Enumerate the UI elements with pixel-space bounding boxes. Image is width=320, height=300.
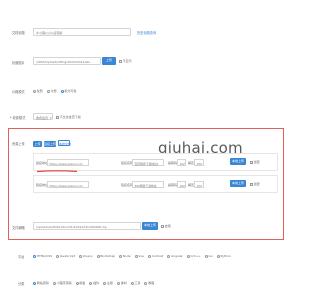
file-path-input[interactable]: /uploads/soft/2019/1231/20191231/000000.… bbox=[33, 222, 141, 230]
row1-encrypt-checkbox[interactable] bbox=[250, 160, 253, 164]
platform-option[interactable]: Angular bbox=[167, 254, 183, 258]
upload-row-1: 链接地址: https://www.qiuhai.com 链接名称: 百度网盘下… bbox=[33, 153, 278, 171]
file-upload-button[interactable]: 本地上传 bbox=[142, 222, 158, 230]
row2-name-value: 360网盘下载地址 bbox=[134, 183, 157, 188]
title-input-value: 乡小镇(公众)运营版 bbox=[36, 31, 63, 36]
category-option[interactable]: 主题 bbox=[103, 281, 113, 285]
category-option[interactable]: 插件 bbox=[89, 281, 99, 285]
row2-code-input[interactable]: 102 bbox=[177, 181, 186, 188]
platform-option[interactable]: JavaScript bbox=[56, 254, 75, 258]
row1-name-input[interactable]: 百度网盘下载地址1 bbox=[132, 159, 164, 166]
platform-option[interactable]: Node bbox=[118, 254, 131, 258]
upload-tabs: 上传 链接上传 本地文档 bbox=[33, 140, 71, 147]
cover-hide-text: 不显示 bbox=[122, 59, 132, 63]
category-option[interactable]: 工具 bbox=[130, 281, 141, 285]
chevron-down-icon: ▾ bbox=[50, 115, 52, 120]
tab-link-upload[interactable]: 链接上传 bbox=[43, 141, 56, 147]
row1-encrypt-option[interactable]: 加密 bbox=[250, 160, 263, 164]
row1-code-input[interactable]: 102 bbox=[177, 159, 186, 166]
cover-hide-checkbox[interactable] bbox=[119, 59, 122, 63]
title-label: 文档标题 bbox=[12, 31, 25, 35]
cover-path-input[interactable]: /2063/Uploads/ifimg/2022/03/12/ab... bbox=[33, 57, 101, 65]
file-enable-option[interactable]: 启用 bbox=[161, 224, 174, 228]
cover-path-value: /2063/Uploads/ifimg/2022/03/12/ab... bbox=[36, 60, 93, 65]
no-download-option[interactable]: 不允许会员下载 bbox=[56, 115, 84, 119]
price-option-free[interactable]: 免费 bbox=[33, 89, 43, 93]
category-options: 网站源码 小程序源码 模板 插件 主题 素材 工具 教程 bbox=[33, 281, 157, 285]
title-history-link[interactable]: 历史标题查询 bbox=[137, 30, 156, 35]
tab-local-doc[interactable]: 本地文档 bbox=[57, 140, 71, 146]
row1-name-value: 百度网盘下载地址1 bbox=[134, 161, 159, 166]
platform-label: 平台 bbox=[18, 255, 25, 259]
category-option[interactable]: 网站源码 bbox=[33, 281, 49, 285]
cover-hide-option[interactable]: 不显示 bbox=[119, 59, 135, 63]
tab-upload[interactable]: 上传 bbox=[33, 141, 42, 147]
cover-upload-button[interactable]: 上传 bbox=[102, 57, 116, 65]
charge-mode-label: * 收费模式 bbox=[10, 116, 26, 120]
row2-name-input[interactable]: 360网盘下载地址 bbox=[132, 181, 164, 188]
no-download-checkbox[interactable] bbox=[56, 115, 59, 119]
platform-option[interactable]: C/C++ bbox=[186, 254, 201, 258]
row1-url-input[interactable]: https://www.qiuhai.com bbox=[47, 159, 89, 166]
row2-url-input[interactable]: https://www.qiuhai.com bbox=[47, 181, 89, 188]
upload-row-2: 链接地址: https://www.qiuhai.com 链接名称: 360网盘… bbox=[33, 175, 278, 193]
row2-pwd-input[interactable]: 100 bbox=[194, 181, 204, 188]
row1-pwd-input[interactable]: 100 bbox=[194, 159, 204, 166]
platform-option[interactable]: Vue bbox=[134, 254, 144, 258]
category-option[interactable]: 小程序源码 bbox=[52, 281, 72, 285]
row1-code-value: 102 bbox=[179, 161, 185, 166]
category-option[interactable]: 素材 bbox=[116, 281, 127, 285]
file-enable-checkbox[interactable] bbox=[161, 224, 164, 228]
row1-pwd-value: 100 bbox=[196, 161, 202, 166]
row2-encrypt-checkbox[interactable] bbox=[250, 182, 253, 186]
category-option[interactable]: 教程 bbox=[144, 281, 154, 285]
row2-pwd-value: 100 bbox=[196, 183, 202, 188]
platform-option[interactable]: HTML/CSS bbox=[33, 254, 52, 258]
category-option[interactable]: 模板 bbox=[75, 281, 85, 285]
row2-local-upload-button[interactable]: 本地上传 bbox=[230, 180, 246, 187]
category-label: 分类 bbox=[18, 282, 25, 286]
upload-label: 资源上传 bbox=[12, 142, 25, 146]
row2-encrypt-option[interactable]: 加密 bbox=[250, 182, 263, 186]
platform-option[interactable]: jQuery bbox=[78, 254, 93, 258]
price-option-points[interactable]: 积分可免 bbox=[60, 89, 76, 93]
row1-local-upload-button[interactable]: 本地上传 bbox=[230, 158, 246, 165]
platform-option[interactable]: Python bbox=[216, 254, 231, 258]
platform-option[interactable]: Bootstrap bbox=[96, 254, 115, 258]
price-mode-label: 价格模式 bbox=[12, 90, 25, 94]
charge-mode-select[interactable]: 收费会员 ▾ bbox=[33, 113, 53, 120]
row2-code-value: 102 bbox=[179, 183, 185, 188]
row1-url-value: https://www.qiuhai.com bbox=[49, 161, 83, 166]
title-input[interactable]: 乡小镇(公众)运营版 bbox=[33, 28, 131, 36]
price-mode-options: 免费 付费 积分可免 bbox=[33, 89, 79, 93]
red-underline-annotation bbox=[36, 170, 78, 173]
platform-option[interactable]: Android bbox=[147, 254, 163, 258]
platform-options: HTML/CSS JavaScript jQuery Bootstrap Nod… bbox=[33, 254, 234, 258]
platform-option[interactable]: Go bbox=[204, 254, 213, 258]
file-label: 文件缩略 bbox=[12, 226, 25, 230]
cover-label: 封面图片 bbox=[12, 61, 25, 65]
file-path-value: /uploads/soft/2019/1231/20191231/000000.… bbox=[36, 225, 107, 230]
charge-mode-value: 收费会员 bbox=[36, 115, 49, 120]
no-download-text: 不允许会员下载 bbox=[59, 115, 81, 119]
row2-url-value: https://www.qiuhai.com bbox=[49, 183, 83, 188]
price-option-paid[interactable]: 付费 bbox=[46, 89, 57, 93]
